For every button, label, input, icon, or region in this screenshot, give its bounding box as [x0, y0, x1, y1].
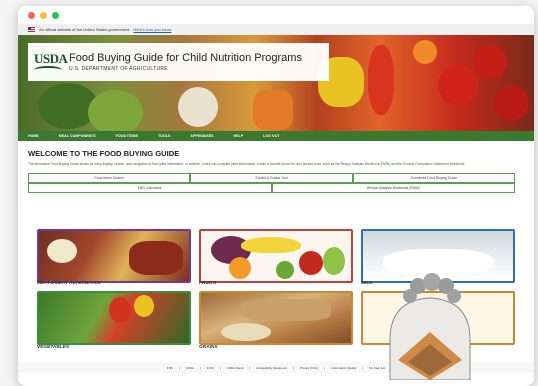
food-items-search-button[interactable]: Food Items Search: [28, 173, 191, 183]
gov-banner-link[interactable]: Here's how you know: [133, 27, 171, 32]
kiwi-shape: [276, 261, 294, 279]
usda-logo-icon[interactable]: USDA: [34, 50, 68, 74]
apple-shape: [299, 251, 323, 275]
vegetables-label[interactable]: VEGETABLES: [37, 345, 69, 350]
mascot-icon: [389, 273, 471, 380]
pepper-red-shape: [109, 297, 131, 323]
rice-pile-shape: [221, 323, 271, 341]
tomato-shape: [493, 85, 529, 121]
main-nav: HOME MEAL COMPONENTS FOOD ITEMS TOOLS AP…: [18, 131, 534, 141]
footer-link-privacy[interactable]: Privacy Policy: [300, 366, 319, 370]
footer-divider: |: [249, 365, 251, 370]
footer-divider: |: [324, 365, 326, 370]
tomato-shape: [473, 45, 507, 79]
department-name: U.S. DEPARTMENT OF AGRICULTURE: [69, 66, 168, 72]
meats-card[interactable]: [37, 229, 191, 283]
maximize-window-icon[interactable]: [52, 11, 59, 19]
orange-shape: [229, 257, 251, 279]
grains-label[interactable]: GRAINS: [199, 345, 218, 350]
nav-appendixes[interactable]: APPENDIXES: [190, 134, 213, 138]
lettuce-shape: [88, 90, 143, 131]
hero-banner: USDA Food Buying Guide for Child Nutriti…: [18, 35, 534, 131]
fruits-card[interactable]: [199, 229, 353, 283]
pepper-yellow-shape: [134, 295, 154, 317]
main-content: WELCOME TO THE FOOD BUYING GUIDE The int…: [18, 141, 534, 193]
gov-banner: An official website of the United States…: [18, 24, 534, 35]
nav-tools[interactable]: TOOLS: [158, 134, 170, 138]
us-flag-icon: [28, 27, 35, 32]
footer-divider: |: [178, 365, 180, 370]
grains-card[interactable]: [199, 291, 353, 345]
nav-log-out[interactable]: LOG OUT: [263, 134, 279, 138]
tomato-shape: [438, 65, 478, 105]
intro-text: The interactive Food Buying Guide allows…: [28, 162, 466, 166]
tool-buttons: Food Items Search Exhibit A Grains Tool …: [28, 173, 515, 193]
pear-shape: [323, 247, 345, 275]
page-title: WELCOME TO THE FOOD BUYING GUIDE: [28, 149, 180, 158]
site-header: USDA Food Buying Guide for Child Nutriti…: [28, 43, 329, 81]
vegetables-card[interactable]: [37, 291, 191, 345]
fruits-label[interactable]: FRUITS: [199, 281, 216, 286]
footer-divider: |: [219, 365, 221, 370]
exhibit-a-grains-tool-button[interactable]: Exhibit A Grains Tool: [190, 173, 353, 183]
nav-home[interactable]: HOME: [28, 134, 39, 138]
footer-link-foia[interactable]: FOIA: [207, 366, 214, 370]
steak-shape: [129, 241, 183, 275]
site-title[interactable]: Food Buying Guide for Child Nutrition Pr…: [69, 52, 302, 64]
egg-shape: [47, 239, 77, 263]
banana-shape: [241, 237, 301, 253]
footer-divider: |: [293, 365, 294, 370]
footer-divider: |: [200, 365, 201, 370]
carrot-shape: [253, 90, 293, 130]
gov-banner-text: An official website of the United States…: [39, 27, 130, 32]
pepper-red-shape: [368, 45, 394, 115]
nav-meal-components[interactable]: MEAL COMPONENTS: [59, 134, 96, 138]
footer-link-accessibility[interactable]: Accessibility Statement: [256, 366, 287, 370]
cauliflower-shape: [178, 87, 218, 127]
close-window-icon[interactable]: [28, 11, 35, 19]
usda-logo-wave: [34, 66, 62, 74]
nav-food-items[interactable]: FOOD ITEMS: [116, 134, 138, 138]
window-chrome: [18, 6, 534, 24]
fbg-calculator-button[interactable]: FBG Calculator: [28, 183, 272, 193]
nav-help[interactable]: HELP: [234, 134, 244, 138]
bread-slices-shape: [241, 299, 331, 321]
recipe-workbook-button[interactable]: Recipe Analysis Workbook (RAW): [271, 183, 515, 193]
orange-shape: [413, 40, 437, 64]
footer-link-usda[interactable]: USDA: [186, 366, 194, 370]
usda-logo-text: USDA: [34, 51, 68, 66]
meats-label[interactable]: MEATS/MEAT ALTERNATES: [37, 281, 101, 286]
minimize-window-icon[interactable]: [40, 11, 47, 19]
footer-link-fns[interactable]: FNS: [167, 366, 173, 370]
title-block: Food Buying Guide for Child Nutrition Pr…: [69, 52, 302, 72]
footer-link-fraud[interactable]: USDA Fraud: [227, 366, 244, 370]
footer-link-information-quality[interactable]: Information Quality: [331, 366, 356, 370]
download-guide-button[interactable]: Download Food Buying Guide: [352, 173, 515, 183]
